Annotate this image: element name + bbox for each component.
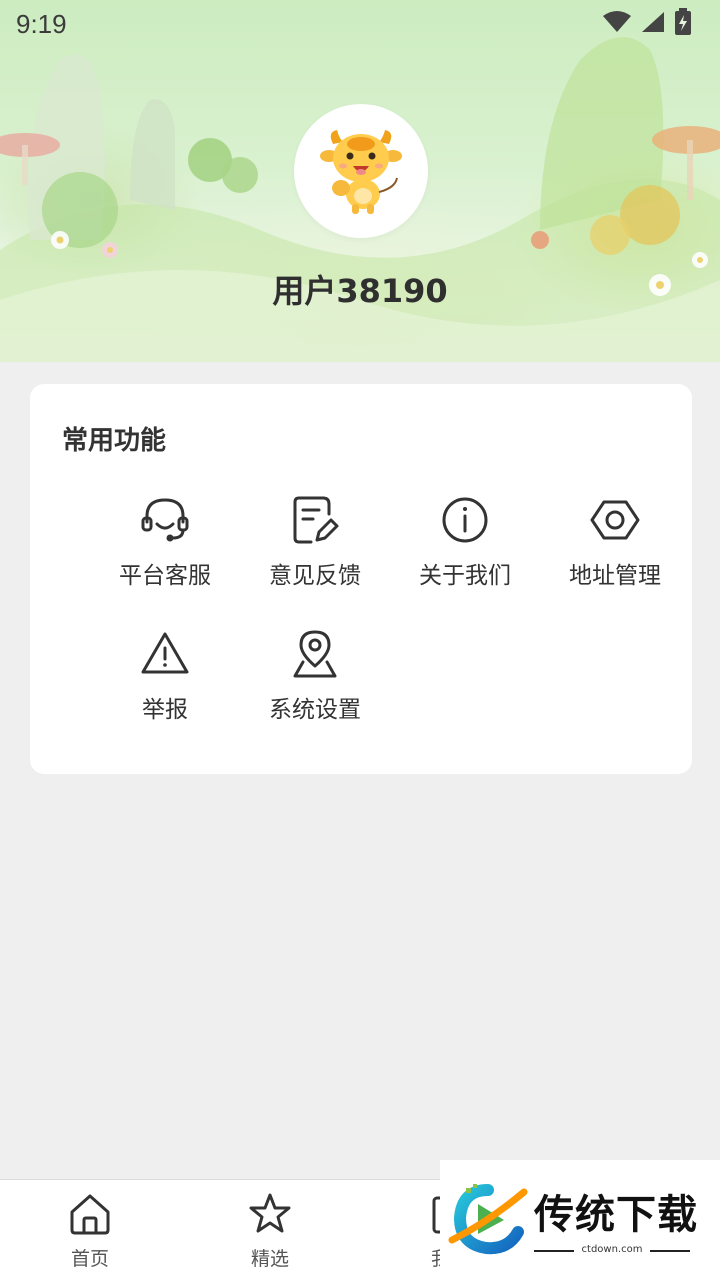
function-label: 意见反馈 — [269, 563, 361, 589]
watermark-subtitle: ctdown.com — [581, 1244, 643, 1255]
function-system-settings[interactable]: 系统设置 — [240, 628, 390, 738]
tab-home[interactable]: 首页 — [30, 1192, 150, 1271]
watermark-logo-icon — [448, 1182, 528, 1262]
function-label: 平台客服 — [119, 563, 211, 589]
status-icons — [602, 8, 692, 40]
avatar[interactable] — [294, 104, 428, 238]
function-about-us[interactable]: 关于我们 — [390, 494, 540, 604]
wifi-icon — [602, 10, 632, 38]
profile-header-banner: 9:19 用户38190 — [0, 0, 720, 362]
function-address-management[interactable]: 地址管理 — [540, 494, 690, 604]
status-bar: 9:19 — [0, 0, 720, 48]
home-icon — [68, 1192, 112, 1240]
hexagon-nut-icon — [589, 494, 641, 546]
function-label: 关于我们 — [419, 563, 511, 589]
cellular-signal-icon — [640, 10, 666, 38]
tab-featured[interactable]: 精选 — [210, 1192, 330, 1271]
function-label: 地址管理 — [569, 563, 661, 589]
function-customer-service[interactable]: 平台客服 — [90, 494, 240, 604]
function-feedback[interactable]: 意见反馈 — [240, 494, 390, 604]
headset-icon — [139, 494, 191, 546]
star-icon — [248, 1192, 292, 1240]
feedback-edit-icon — [289, 494, 341, 546]
username: 用户38190 — [272, 272, 448, 310]
watermark-title: 传统下载 — [534, 1192, 698, 1238]
cow-mascot-icon — [320, 130, 402, 214]
watermark: 传统下载 ctdown.com — [440, 1160, 720, 1280]
tab-label: 精选 — [250, 1248, 289, 1270]
info-icon — [439, 494, 491, 546]
tab-label: 首页 — [70, 1248, 109, 1270]
warning-icon — [139, 628, 191, 680]
function-label: 系统设置 — [269, 697, 361, 723]
function-report[interactable]: 举报 — [90, 628, 240, 738]
location-pin-icon — [289, 628, 341, 680]
common-functions-card: 常用功能 平台客服 意见反馈 关于我们 地址管理 举报 系统设置 — [30, 384, 692, 774]
status-time: 9:19 — [16, 8, 67, 39]
battery-charging-icon — [674, 8, 692, 40]
section-title: 常用功能 — [62, 426, 167, 456]
function-label: 举报 — [142, 697, 188, 723]
